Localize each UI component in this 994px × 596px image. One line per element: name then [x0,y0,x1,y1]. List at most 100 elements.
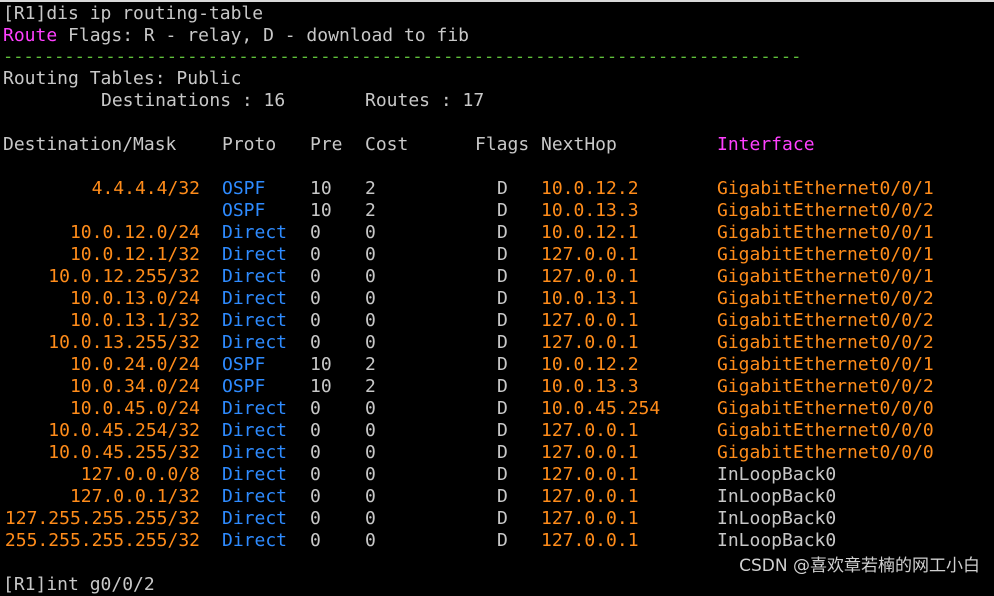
route-pre: 0 [310,442,321,463]
route-interface: GigabitEthernet0/0/1 [717,354,934,375]
route-destination: 4.4.4.4/32 [91,178,200,199]
route-pre: 10 [310,200,332,221]
route-cost: 0 [365,266,376,287]
header-destination: Destination/Mask [3,134,177,155]
route-interface: GigabitEthernet0/0/2 [717,310,934,331]
route-flags: D [497,354,508,375]
route-interface: GigabitEthernet0/0/2 [717,288,934,309]
route-cost: 0 [365,332,376,353]
route-proto: Direct [222,486,288,507]
route-cost: 0 [365,486,376,507]
route-destination [0,200,200,222]
route-flags: D [497,244,508,265]
route-destination: 127.255.255.255/32 [4,508,200,529]
route-interface: GigabitEthernet0/0/2 [717,200,934,221]
route-proto: Direct [222,266,288,287]
route-destination: 10.0.13.0/24 [69,288,200,309]
route-interface: GigabitEthernet0/0/1 [717,178,934,199]
route-flags-word: Route [3,25,58,46]
route-cost: 0 [365,420,376,441]
route-destination: 10.0.12.0/24 [69,222,200,243]
route-destination: 10.0.45.254/32 [48,420,200,441]
route-nexthop: 10.0.12.1 [541,222,639,243]
route-pre: 0 [310,530,321,551]
route-nexthop: 127.0.0.1 [541,310,639,331]
destinations-count: Destinations : 16 [101,90,286,111]
route-nexthop: 10.0.45.254 [541,398,661,419]
route-proto: Direct [222,288,288,309]
route-destination: 127.0.0.0/8 [80,464,200,485]
command-line: [R1]dis ip routing-table [3,3,264,24]
route-nexthop: 10.0.13.3 [541,200,639,221]
route-flags: D [497,222,508,243]
route-proto: Direct [222,464,288,485]
route-nexthop: 10.0.12.2 [541,178,639,199]
route-interface: InLoopBack0 [717,464,837,485]
header-nexthop: NextHop [541,134,617,155]
route-destination: 10.0.13.255/32 [48,332,200,353]
window-top-border [0,0,994,2]
route-cost: 0 [365,508,376,529]
route-nexthop: 127.0.0.1 [541,442,639,463]
route-flags: D [497,200,508,221]
route-nexthop: 10.0.13.1 [541,288,639,309]
route-destination: 10.0.24.0/24 [69,354,200,375]
route-cost: 0 [365,530,376,551]
route-destination: 10.0.45.255/32 [48,442,200,463]
route-destination: 255.255.255.255/32 [4,530,200,551]
route-pre: 0 [310,398,321,419]
route-interface: InLoopBack0 [717,508,837,529]
route-interface: GigabitEthernet0/0/0 [717,398,934,419]
route-interface: GigabitEthernet0/0/2 [717,376,934,397]
route-proto: Direct [222,508,288,529]
route-cost: 0 [365,464,376,485]
header-interface: Interface [717,134,815,155]
route-flags: D [497,508,508,529]
route-cost: 0 [365,442,376,463]
separator-line: ----------------------------------------… [3,47,802,67]
route-pre: 10 [310,178,332,199]
route-nexthop: 127.0.0.1 [541,486,639,507]
route-cost: 0 [365,244,376,265]
route-interface: GigabitEthernet0/0/2 [717,332,934,353]
route-pre: 0 [310,332,321,353]
route-destination: 10.0.12.255/32 [48,266,200,287]
route-pre: 0 [310,222,321,243]
route-flags: D [497,464,508,485]
route-destination: 10.0.13.1/32 [69,310,200,331]
route-flags: D [497,420,508,441]
route-proto: Direct [222,420,288,441]
route-nexthop: 127.0.0.1 [541,332,639,353]
route-pre: 0 [310,486,321,507]
route-proto: OSPF [222,200,266,221]
route-pre: 0 [310,266,321,287]
route-nexthop: 127.0.0.1 [541,266,639,287]
route-proto: OSPF [222,354,266,375]
route-pre: 0 [310,420,321,441]
route-destination: 10.0.12.1/32 [69,244,200,265]
route-proto: Direct [222,442,288,463]
route-flags: D [497,310,508,331]
route-flags: D [497,530,508,551]
route-proto: OSPF [222,376,266,397]
route-flags: D [497,332,508,353]
route-pre: 0 [310,288,321,309]
route-destination: 10.0.45.0/24 [69,398,200,419]
route-cost: 2 [365,376,376,397]
route-cost: 0 [365,310,376,331]
route-nexthop: 127.0.0.1 [541,464,639,485]
route-pre: 0 [310,508,321,529]
header-pre: Pre [310,134,343,155]
route-proto: Direct [222,332,288,353]
route-proto: Direct [222,244,288,265]
route-nexthop: 127.0.0.1 [541,244,639,265]
route-flags-legend: Flags: R - relay, D - download to fib [57,25,469,46]
route-flags: D [497,266,508,287]
routing-tables-title: Routing Tables: Public [3,68,242,89]
route-flags-line: Route Flags: R - relay, D - download to … [3,25,469,47]
route-interface: GigabitEthernet0/0/1 [717,266,934,287]
route-interface: GigabitEthernet0/0/0 [717,420,934,441]
route-cost: 2 [365,354,376,375]
route-flags: D [497,442,508,463]
route-pre: 0 [310,310,321,331]
